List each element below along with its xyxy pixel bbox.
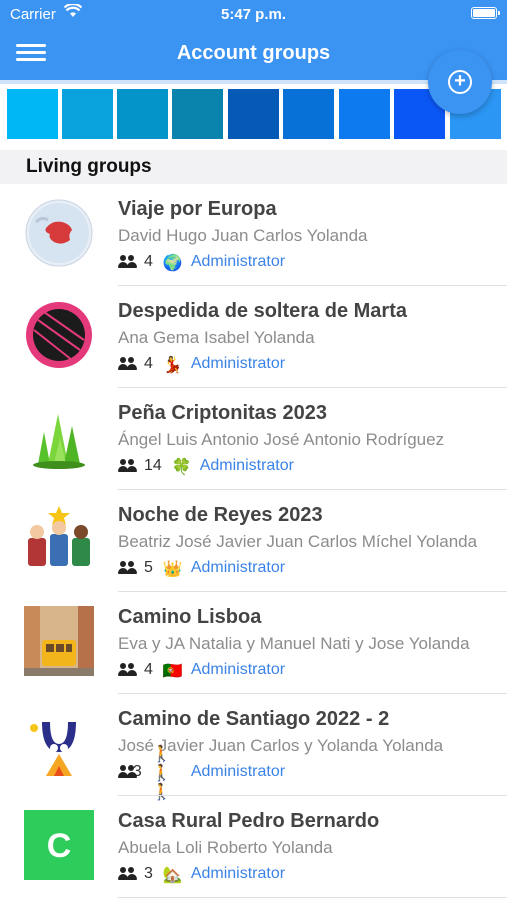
group-row[interactable]: Camino Lisboa Eva y JA Natalia y Manuel … xyxy=(0,592,507,694)
member-count: 4 xyxy=(144,253,153,270)
people-icon xyxy=(118,867,138,881)
group-name: Despedida de soltera de Marta xyxy=(118,300,407,322)
group-row[interactable]: Despedida de soltera de Marta Ana Gema I… xyxy=(0,286,507,388)
add-group-button[interactable]: + xyxy=(428,50,492,114)
group-row[interactable]: C Casa Rural Pedro Bernardo Abuela Loli … xyxy=(0,796,507,898)
member-count: 5 xyxy=(144,559,153,576)
status-bar: Carrier 5:47 p.m. xyxy=(0,0,507,28)
section-header: Living groups xyxy=(0,150,507,184)
battery-icon xyxy=(471,7,500,19)
group-members: David Hugo Juan Carlos Yolanda xyxy=(118,226,368,245)
group-row[interactable]: Camino de Santiago 2022 - 2 José Javier … xyxy=(0,694,507,801)
group-name: Peña Criptonitas 2023 xyxy=(118,402,327,424)
group-avatar xyxy=(24,402,94,472)
group-name: Noche de Reyes 2023 xyxy=(118,504,323,526)
row-divider xyxy=(118,897,507,898)
group-row[interactable]: Noche de Reyes 2023 Beatriz José Javier … xyxy=(0,490,507,592)
dancer-emoji-icon: 💃 xyxy=(162,354,183,374)
member-count: 4 xyxy=(144,661,153,678)
section-title: Living groups xyxy=(26,156,152,177)
page-title: Account groups xyxy=(176,42,331,64)
group-name: Casa Rural Pedro Bernardo xyxy=(118,810,380,832)
people-icon xyxy=(118,357,138,371)
globe-emoji-icon: 🌍 xyxy=(162,252,183,272)
role-label: Administrator xyxy=(199,457,294,474)
role-label: Administrator xyxy=(190,661,286,678)
clover-emoji-icon: 🍀 xyxy=(171,456,192,476)
group-avatar xyxy=(24,300,94,370)
color-swatch[interactable] xyxy=(339,89,390,139)
group-avatar: C xyxy=(24,810,94,880)
group-avatar xyxy=(24,708,94,778)
group-name: Camino de Santiago 2022 - 2 xyxy=(118,708,390,730)
group-avatar xyxy=(24,504,94,574)
people-icon xyxy=(118,459,138,473)
role-label: Administrator xyxy=(190,355,286,372)
crown-emoji-icon: 👑 xyxy=(162,558,183,578)
member-count: 4 xyxy=(144,355,153,372)
role-label: Administrator xyxy=(190,763,286,780)
color-swatch[interactable] xyxy=(117,89,168,139)
group-name: Viaje por Europa xyxy=(118,198,277,220)
color-swatch[interactable] xyxy=(283,89,334,139)
people-icon xyxy=(118,663,138,677)
color-swatch[interactable] xyxy=(172,89,223,139)
group-members: Eva y JA Natalia y Manuel Nati y Jose Yo… xyxy=(118,634,470,653)
group-members: Ana Gema Isabel Yolanda xyxy=(118,328,315,347)
group-avatar xyxy=(24,606,94,676)
group-members: Beatriz José Javier Juan Carlos Míchel Y… xyxy=(118,532,478,551)
group-row[interactable]: Viaje por Europa David Hugo Juan Carlos … xyxy=(0,184,507,286)
role-label: Administrator xyxy=(190,559,286,576)
role-label: Administrator xyxy=(190,865,286,882)
member-count: 3 xyxy=(144,865,153,882)
group-members: Abuela Loli Roberto Yolanda xyxy=(118,838,333,857)
plus-icon: + xyxy=(448,70,472,94)
group-avatar xyxy=(24,198,94,268)
walking-emoji-icon: 🚶 🚶 🚶 xyxy=(151,743,172,801)
group-members: Ángel Luis Antonio José Antonio Rodrígue… xyxy=(118,430,445,449)
group-row[interactable]: Peña Criptonitas 2023 Ángel Luis Antonio… xyxy=(0,388,507,490)
people-icon xyxy=(118,561,138,575)
people-icon xyxy=(118,765,137,779)
house-emoji-icon: 🏡 xyxy=(162,864,183,884)
portugal-flag-icon: 🇵🇹 xyxy=(162,660,183,680)
member-count: 14 xyxy=(144,457,162,474)
group-name: Camino Lisboa xyxy=(118,606,262,628)
color-swatch[interactable] xyxy=(7,89,58,139)
role-label: Administrator xyxy=(190,253,286,270)
people-icon xyxy=(118,255,138,269)
status-time: 5:47 p.m. xyxy=(220,6,287,23)
color-swatch[interactable] xyxy=(62,89,113,139)
avatar-letter: C xyxy=(47,827,72,865)
color-swatch[interactable] xyxy=(228,89,279,139)
